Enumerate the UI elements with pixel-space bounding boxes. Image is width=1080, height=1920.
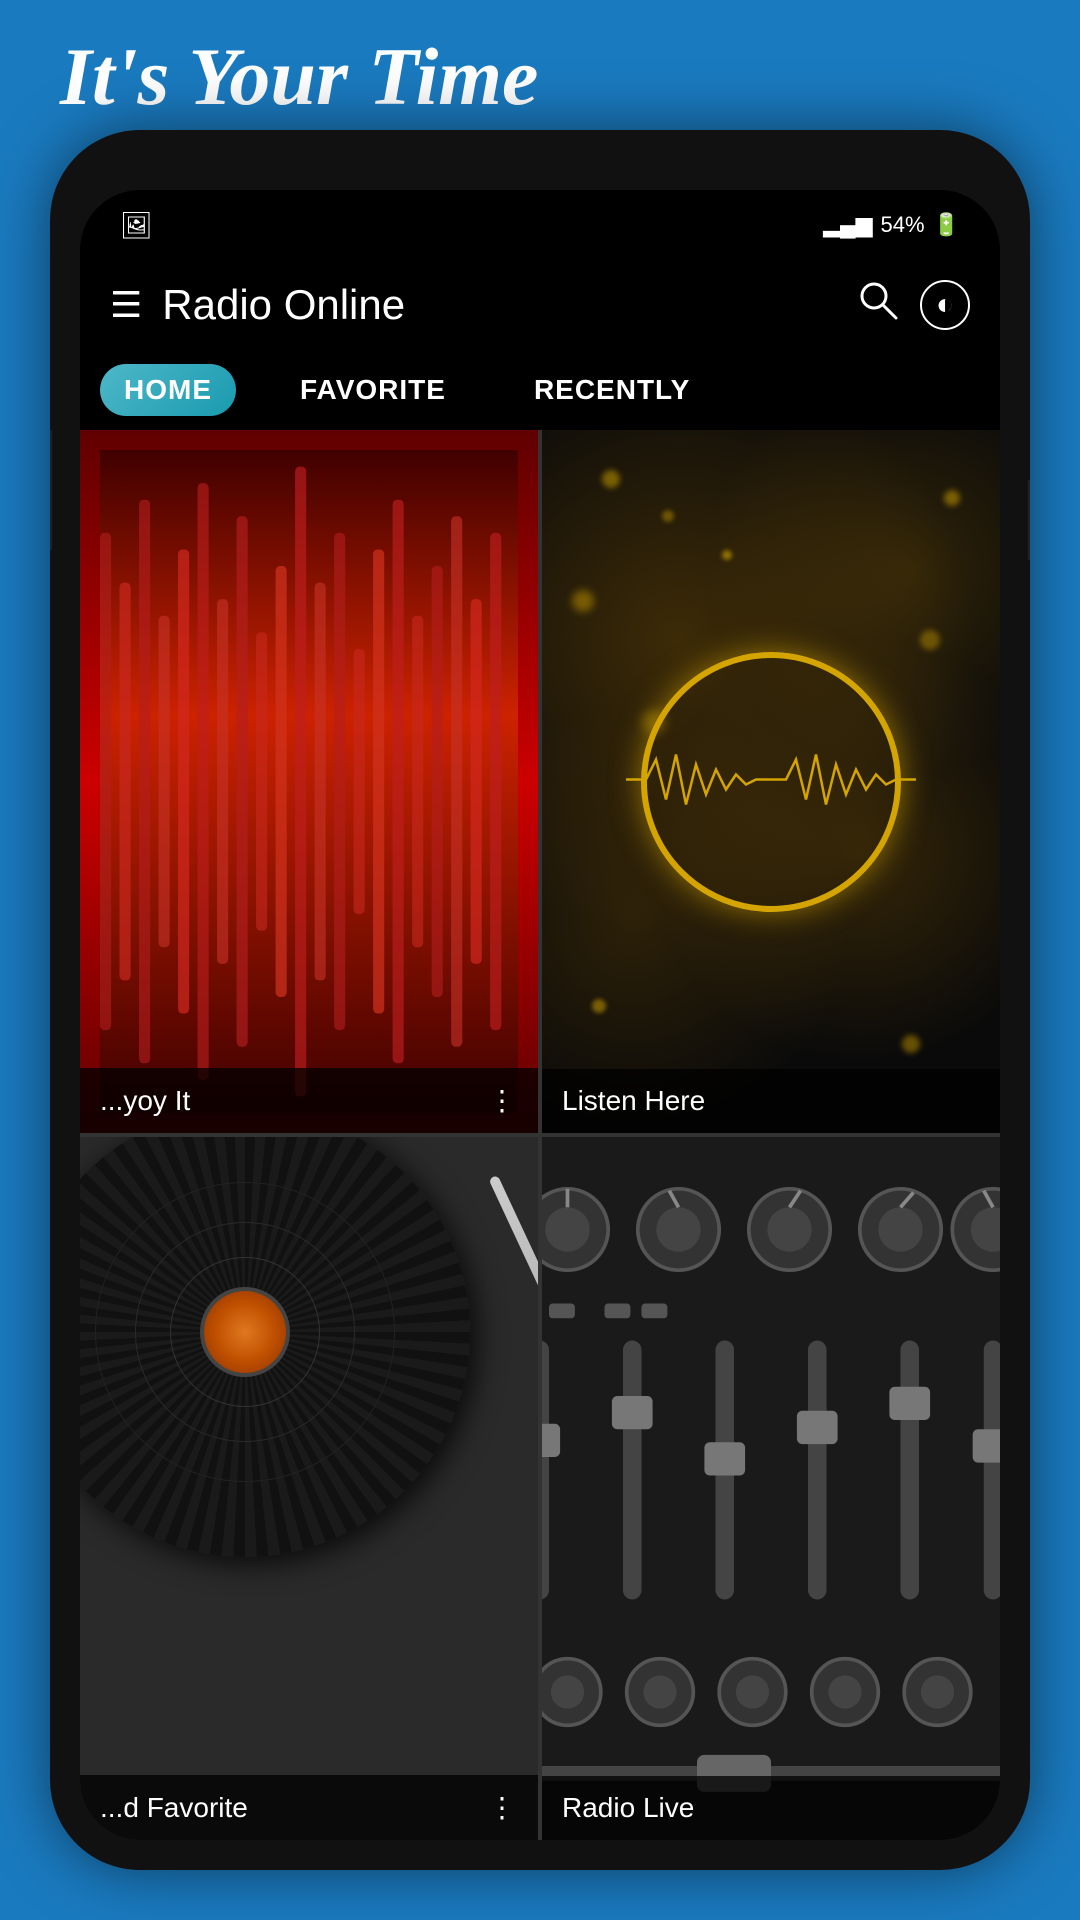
header-left: ☰ Radio Online [110,281,405,329]
card-listen-title: Listen Here [562,1085,705,1117]
content-grid: ...yoy It ⋮ [80,430,1000,1840]
volume-button [50,430,52,550]
card-enjoy-title: ...yoy It [100,1085,190,1117]
status-right: ▂▄▆ 54% 🔋 [823,212,960,238]
card-radio-live-label: Radio Live [542,1776,1000,1840]
card-favorite[interactable]: ...d Favorite ⋮ [80,1137,538,1840]
status-left: 🖼 [120,210,153,241]
card-radio-live-title: Radio Live [562,1792,694,1824]
phone-frame: 🖼 ▂▄▆ 54% 🔋 ☰ Radio Online [50,130,1030,1870]
tabs-bar: HOME FAVORITE RECENTLY [80,350,1000,430]
battery-level: 54% [881,212,925,238]
battery-icon: 🔋 [933,212,960,238]
card-enjoy-it[interactable]: ...yoy It ⋮ [80,430,538,1133]
search-icon[interactable] [856,278,900,332]
card-listen-here[interactable]: Listen Here [542,430,1000,1133]
app-header: ☰ Radio Online ◐ [80,260,1000,350]
card-favorite-label: ...d Favorite ⋮ [80,1775,538,1840]
notch [440,190,640,230]
card-listen-label: Listen Here [542,1069,1000,1133]
image-icon: 🖼 [120,210,153,241]
card-favorite-dots[interactable]: ⋮ [488,1791,518,1824]
app-title: Radio Online [162,281,405,329]
phone-screen: 🖼 ▂▄▆ 54% 🔋 ☰ Radio Online [80,190,1000,1840]
card-favorite-title: ...d Favorite [100,1792,248,1824]
tagline: It's Your Time [60,30,538,124]
power-button [1028,480,1030,560]
signal-icon: ▂▄▆ [823,212,872,238]
mixer-svg [542,1137,1000,1840]
card-enjoy-dots[interactable]: ⋮ [488,1084,518,1117]
tab-recently[interactable]: RECENTLY [510,364,714,416]
page-background: It's Your Time 🖼 ▂▄▆ 54% 🔋 [0,0,1080,1920]
card-enjoy-label: ...yoy It ⋮ [80,1068,538,1133]
status-bar: 🖼 ▂▄▆ 54% 🔋 [80,190,1000,260]
card-radio-live[interactable]: Radio Live [542,1137,1000,1840]
tab-home[interactable]: HOME [100,364,236,416]
tab-favorite[interactable]: FAVORITE [276,364,470,416]
header-right: ◐ [856,278,970,332]
more-icon[interactable]: ◐ [920,280,970,330]
hamburger-icon[interactable]: ☰ [110,284,142,326]
